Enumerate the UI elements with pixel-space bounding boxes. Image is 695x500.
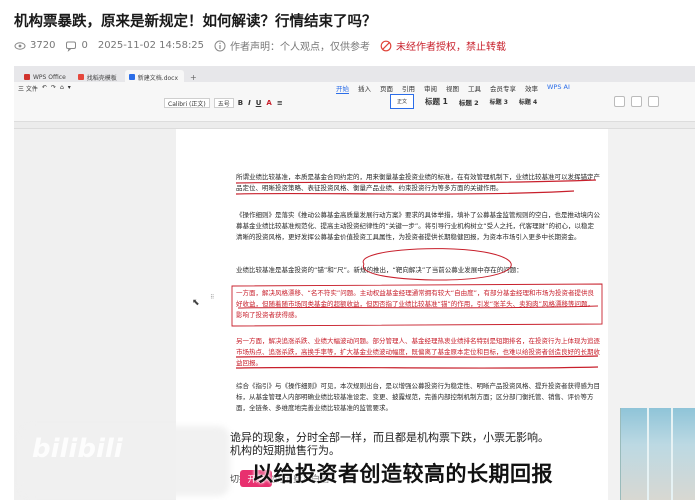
- new-tab-icon[interactable]: +: [186, 73, 201, 82]
- find-icon[interactable]: [614, 96, 625, 107]
- video-caption: 以给投资者创造较高的长期回报: [252, 462, 553, 486]
- ribbon-tab-review[interactable]: 审阅: [424, 83, 437, 94]
- home-icon[interactable]: ⌂: [60, 84, 64, 93]
- doc-paragraph-2: 《操作细则》是落实《推动公募基金高质量发展行动方案》要求的具体举措，填补了公募基…: [236, 211, 600, 241]
- ruler: [14, 122, 695, 129]
- italic-icon[interactable]: I: [248, 99, 251, 107]
- bilibili-watermark: bilibili: [32, 434, 123, 464]
- style-heading-3[interactable]: 标题 3: [490, 97, 508, 106]
- doc-paragraph-6: 综合《指引》与《操作细则》可见，本次规则出台，是以增强公募投资行为稳定性、明晰产…: [236, 382, 600, 412]
- doc-icon: [128, 74, 135, 80]
- forbidden-icon: [380, 40, 392, 52]
- post-title: 机构票暴跌，原来是新规定！如何解读？行情结束了吗？: [14, 14, 377, 30]
- ribbon-tab-wps-ai[interactable]: WPS AI: [547, 83, 570, 94]
- style-heading-2[interactable]: 标题 2: [459, 97, 479, 107]
- wps-tab-templates[interactable]: 找稻壳模板: [74, 70, 123, 82]
- font-tools: Calibri (正文) 五号 B I U A ≡: [164, 98, 288, 108]
- mouse-cursor-icon: ⬉: [192, 298, 200, 308]
- video-thumbnail: [620, 408, 695, 500]
- reprint-notice: 未经作者授权，禁止转载: [380, 38, 506, 53]
- wps-logo-icon: [24, 74, 30, 80]
- font-size-select[interactable]: 五号: [213, 98, 234, 108]
- view-count-value: 3720: [30, 40, 56, 51]
- ribbon-tab-insert[interactable]: 插入: [358, 83, 371, 94]
- doc-paragraph-3: 业绩比较基准是基金投资的“锚”和“尺”。新规的推出，“靶向解决”了当前公募业发展…: [236, 266, 523, 274]
- ribbon-tab-start[interactable]: 开始: [336, 83, 349, 94]
- post-datetime: 2025-11-02 14:58:25: [97, 40, 205, 51]
- bold-icon[interactable]: B: [238, 99, 243, 107]
- doc-paragraph-4: 一方面，解决风格漂移、“名不符实”问题。主动权益基金经理通常拥有较大“自由度”，…: [236, 289, 594, 319]
- file-menu[interactable]: 三 文件: [18, 84, 38, 93]
- ribbon-tab-tools[interactable]: 工具: [468, 83, 481, 94]
- subtitle-line-2: 机构的短期抛售行为。: [230, 444, 340, 457]
- doc-paragraph-5: 另一方面，解决追涨杀跌、业绩大幅波动问题。部分管理人、基金经理热衷业绩排名特别是…: [236, 337, 600, 367]
- font-color-icon[interactable]: A: [266, 99, 271, 107]
- style-heading-4[interactable]: 标题 4: [519, 97, 537, 106]
- redo-icon[interactable]: ↷: [51, 84, 56, 93]
- quick-menu: 三 文件 ↶ ↷ ⌂ ▾: [18, 84, 75, 93]
- ribbon-tab-view[interactable]: 视图: [446, 83, 459, 94]
- comment-count-value: 0: [81, 40, 88, 51]
- view-count: 3720: [14, 40, 55, 52]
- wps-titlebar: WPS Office 找稻壳模板 新建文档.docx +: [14, 66, 695, 82]
- style-gallery: 正文 标题 1 标题 2 标题 3 标题 4: [390, 94, 548, 109]
- user-info-icon: [214, 40, 226, 52]
- replace-icon[interactable]: [648, 96, 659, 107]
- style-heading-1[interactable]: 标题 1: [425, 96, 448, 107]
- style-normal[interactable]: 正文: [390, 94, 415, 109]
- align-icon[interactable]: ≡: [277, 99, 283, 107]
- eye-icon: [14, 40, 26, 52]
- template-icon: [77, 74, 84, 80]
- reprint-notice-text: 未经作者授权，禁止转载: [396, 42, 507, 53]
- author-statement-text: 作者声明：个人观点，仅供参考: [230, 42, 371, 53]
- ribbon-tab-efficiency[interactable]: 效率: [525, 83, 538, 94]
- select-icon[interactable]: [631, 96, 642, 107]
- comment-count[interactable]: 0: [65, 40, 88, 52]
- ribbon-tabs: 开始 插入 页面 引用 审阅 视图 工具 会员专享 效率 WPS AI: [336, 83, 579, 94]
- ribbon-tab-page[interactable]: 页面: [380, 83, 393, 94]
- ribbon-right-icons: [614, 96, 665, 107]
- wps-tab-home[interactable]: WPS Office: [20, 70, 72, 82]
- article-screenshot: WPS Office 找稻壳模板 新建文档.docx + 三 文件 ↶ ↷ ⌂ …: [14, 66, 695, 500]
- undo-icon[interactable]: ↶: [42, 84, 47, 93]
- comment-icon: [65, 40, 77, 52]
- ribbon-tab-member[interactable]: 会员专享: [490, 83, 516, 94]
- wps-ribbon: 三 文件 ↶ ↷ ⌂ ▾ 开始 插入 页面 引用 审阅 视图 工具 会员专享 效…: [14, 82, 695, 122]
- font-name-select[interactable]: Calibri (正文): [164, 98, 210, 108]
- wps-tab-document[interactable]: 新建文档.docx: [124, 70, 185, 82]
- paragraph-handle-icon[interactable]: ⠿: [210, 294, 214, 301]
- author-statement: 作者声明：个人观点，仅供参考: [214, 38, 370, 53]
- ribbon-tab-reference[interactable]: 引用: [402, 83, 415, 94]
- doc-paragraph-1: 所谓业绩比较基准，本质是基金合同约定的，用来衡量基金投资业绩的标准，在有效管理机…: [236, 173, 600, 192]
- post-meta: 3720 0 2025-11-02 14:58:25 作者声明：个人观点，仅供参…: [14, 38, 516, 53]
- more-icon[interactable]: ▾: [68, 84, 71, 93]
- underline-icon[interactable]: U: [256, 99, 262, 107]
